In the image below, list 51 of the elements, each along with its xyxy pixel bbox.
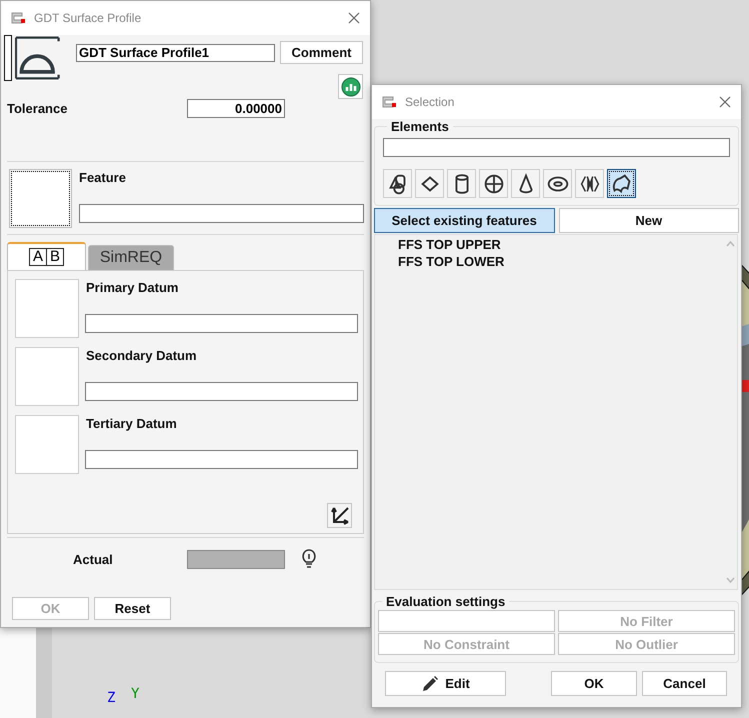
mode-tab[interactable]: Select existing features — [374, 208, 554, 233]
feature-label: Feature — [79, 170, 127, 185]
shapes-icon — [388, 174, 405, 194]
datum-label: Secondary Datum — [86, 348, 198, 363]
group-label: Evaluation settings — [385, 594, 506, 609]
datum-field[interactable] — [85, 382, 358, 401]
symmetry-icon — [580, 175, 599, 192]
dialog-button[interactable]: Reset — [94, 597, 171, 620]
name-field[interactable]: GDT Surface Profile1 — [76, 44, 275, 62]
tab[interactable]: A B — [7, 242, 86, 270]
diamond-icon — [420, 176, 438, 192]
datum-label: Tertiary Datum — [86, 416, 178, 431]
edit-button[interactable]: Edit — [385, 671, 506, 696]
dialog-button[interactable]: Cancel — [642, 671, 727, 696]
element-type-button[interactable] — [607, 169, 636, 198]
comment-button[interactable]: Comment — [280, 41, 363, 64]
crosshair-circle-icon — [484, 174, 503, 193]
dialog-button[interactable]: OK — [551, 671, 637, 696]
elements-field[interactable] — [383, 138, 730, 157]
actual-label: Actual — [73, 552, 114, 566]
window-title: Selection — [405, 95, 456, 109]
tab[interactable]: SimREQ — [88, 245, 174, 270]
tolerance-label: Tolerance — [7, 100, 68, 116]
close-icon[interactable] — [348, 12, 360, 24]
feature-field[interactable] — [79, 204, 364, 223]
axes-icon — [330, 506, 350, 526]
tolerance-field[interactable]: 0.00000 — [187, 98, 285, 118]
list-item[interactable]: FFS TOP LOWER — [398, 254, 723, 269]
app-icon — [381, 96, 397, 108]
freeform-surface-icon — [612, 174, 630, 192]
close-icon[interactable] — [719, 96, 731, 108]
axis-label: Z — [107, 690, 116, 706]
group-label: Elements — [390, 119, 450, 134]
axis-label: Y — [131, 686, 140, 702]
bar-chart-icon — [340, 76, 360, 96]
lightbulb-icon — [302, 549, 316, 569]
feature-slot[interactable] — [9, 169, 72, 228]
window-title: GDT Surface Profile — [34, 11, 142, 25]
mode-tab[interactable]: New — [558, 208, 739, 233]
ring-icon — [547, 176, 568, 191]
profile-symbol-icon — [15, 35, 60, 81]
datum-field[interactable] — [85, 450, 358, 469]
cone-icon — [519, 174, 532, 193]
cylinder-icon — [455, 174, 468, 194]
datum-label: Primary Datum — [86, 280, 180, 295]
datum-field[interactable] — [85, 314, 358, 333]
coordinate-system-button[interactable] — [327, 503, 352, 528]
app-icon — [10, 12, 26, 24]
pencil-icon — [421, 674, 440, 692]
list-item[interactable]: FFS TOP UPPER — [398, 237, 723, 252]
chart-button[interactable] — [338, 74, 363, 99]
